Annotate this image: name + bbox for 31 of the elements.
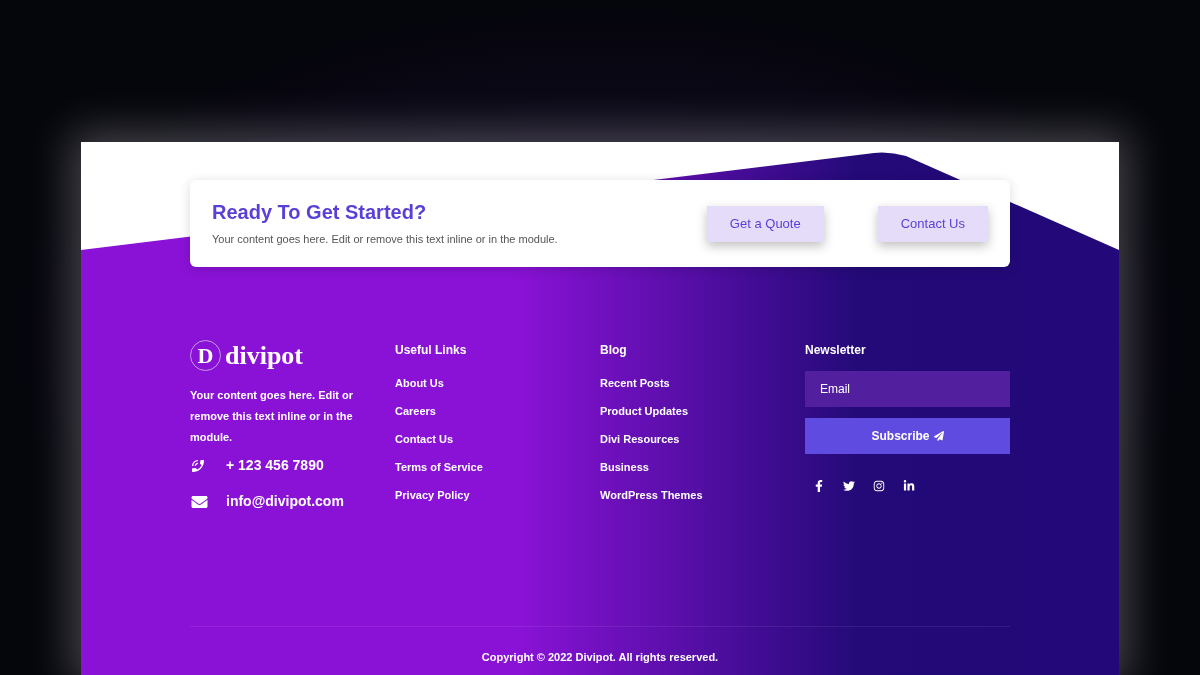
email-address: info@divipot.com bbox=[226, 492, 344, 511]
footer-link[interactable]: Contact Us bbox=[395, 432, 454, 447]
footer-link[interactable]: Divi Resources bbox=[600, 432, 680, 447]
footer-link[interactable]: Careers bbox=[395, 404, 436, 419]
footer-link[interactable]: WordPress Themes bbox=[600, 488, 703, 503]
twitter-icon[interactable] bbox=[843, 480, 855, 492]
column-title: Useful Links bbox=[395, 343, 468, 357]
subscribe-button[interactable]: Subscribe bbox=[805, 418, 1010, 454]
footer-link[interactable]: Business bbox=[600, 460, 649, 475]
cta-title: Ready To Get Started? bbox=[212, 199, 428, 225]
cta-text: Your content goes here. Edit or remove this text inline or in the module. bbox=[212, 231, 558, 247]
cta-button[interactable]: Get a Quote bbox=[706, 205, 824, 242]
column-title: Blog bbox=[600, 343, 628, 357]
phone-number: + 123 456 7890 bbox=[226, 456, 324, 475]
facebook-icon[interactable] bbox=[813, 480, 825, 492]
email-icon bbox=[190, 493, 209, 510]
send-icon bbox=[933, 431, 944, 441]
logo-text: divipot bbox=[225, 342, 304, 369]
brand-text: Your content goes here. Edit or remove this text inline or in the module. bbox=[190, 388, 354, 445]
email-field[interactable]: Email bbox=[805, 371, 1010, 407]
column-title: Newsletter bbox=[805, 343, 867, 357]
footer-link[interactable]: Privacy Policy bbox=[395, 488, 470, 503]
linkedin-icon[interactable] bbox=[903, 480, 915, 492]
copyright-text: Copyright © 2022 Divipot. All rights reserved. bbox=[480, 650, 720, 665]
phone-icon bbox=[190, 457, 206, 474]
footer-link[interactable]: About Us bbox=[395, 376, 444, 391]
instagram-icon[interactable] bbox=[873, 480, 885, 492]
footer-link[interactable]: Terms of Service bbox=[395, 460, 483, 475]
footer-link[interactable]: Recent Posts bbox=[600, 376, 670, 391]
cta-button[interactable]: Contact Us bbox=[877, 205, 988, 242]
footer-link[interactable]: Product Updates bbox=[600, 404, 688, 419]
